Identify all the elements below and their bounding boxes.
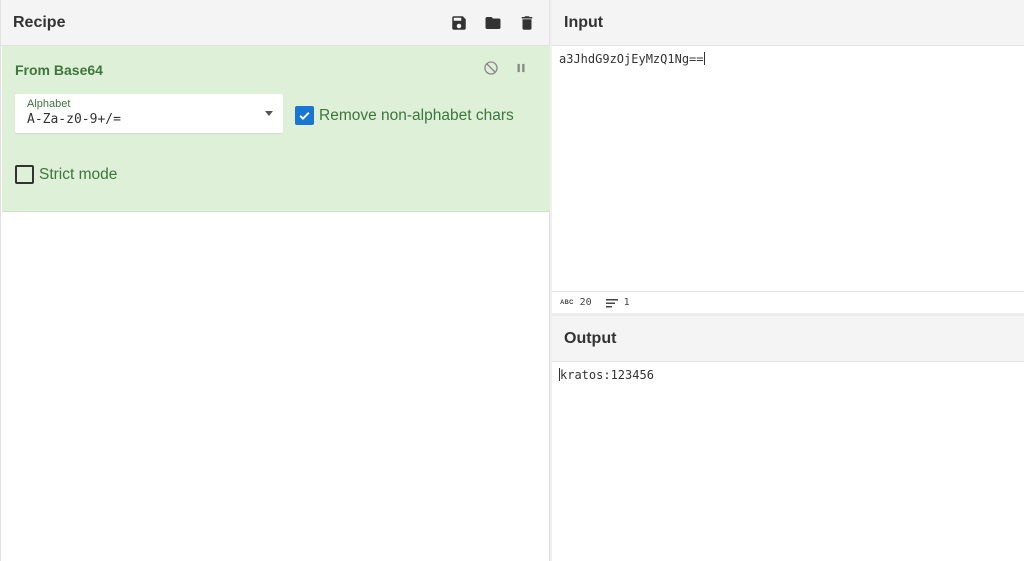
- output-title: Output: [564, 329, 617, 347]
- remove-nonalpha-checkbox[interactable]: [295, 106, 314, 125]
- input-length: 20: [579, 297, 592, 308]
- chevron-down-icon: [265, 111, 273, 116]
- output-textarea[interactable]: kratos:123456: [552, 362, 1024, 388]
- recipe-header: Recipe: [1, 0, 549, 46]
- input-header: Input: [552, 0, 1024, 46]
- alphabet-select[interactable]: Alphabet A-Za-z0-9+/=: [15, 94, 283, 133]
- input-lines: 1: [623, 297, 630, 308]
- text-cursor: [703, 52, 705, 65]
- recipe-title: Recipe: [13, 13, 66, 31]
- app: Recipe From Base64 Alphabet A-Za-z0-9+/=…: [0, 0, 1024, 561]
- input-title: Input: [564, 13, 604, 31]
- abc-icon: ABC: [560, 299, 574, 306]
- input-status-bar: ABC 20 1: [552, 291, 1024, 313]
- pause-icon[interactable]: [512, 59, 530, 77]
- recipe-toolbar: [449, 13, 537, 33]
- folder-icon[interactable]: [483, 13, 503, 33]
- length-indicator: ABC 20: [560, 297, 592, 308]
- strict-mode-option[interactable]: Strict mode: [15, 165, 117, 184]
- operation-title: From Base64: [15, 62, 103, 78]
- trash-icon[interactable]: [517, 13, 537, 33]
- remove-nonalpha-label: Remove non-alphabet chars: [319, 106, 514, 124]
- input-panel: Input a3JhdG9zOjEyMzQ1Ng== ABC 20 1: [552, 0, 1024, 313]
- strict-mode-checkbox[interactable]: [15, 165, 34, 184]
- output-header: Output: [552, 316, 1024, 362]
- operation-controls: [482, 59, 530, 77]
- strict-mode-label: Strict mode: [39, 165, 118, 183]
- output-panel: Output kratos:123456: [552, 316, 1024, 561]
- operation-from-base64: From Base64 Alphabet A-Za-z0-9+/= Remove…: [2, 46, 550, 212]
- lines-indicator: 1: [605, 297, 630, 308]
- input-textarea[interactable]: a3JhdG9zOjEyMzQ1Ng==: [552, 46, 1024, 72]
- recipe-panel: Recipe From Base64 Alphabet A-Za-z0-9+/=…: [0, 0, 550, 561]
- lines-icon: [605, 298, 618, 307]
- remove-nonalpha-option[interactable]: Remove non-alphabet chars: [295, 106, 514, 125]
- alphabet-value: A-Za-z0-9+/=: [27, 112, 121, 127]
- input-text: a3JhdG9zOjEyMzQ1Ng==: [559, 52, 704, 66]
- disable-icon[interactable]: [482, 59, 500, 77]
- save-icon[interactable]: [449, 13, 469, 33]
- output-text: kratos:123456: [560, 368, 654, 382]
- alphabet-label: Alphabet: [27, 98, 71, 110]
